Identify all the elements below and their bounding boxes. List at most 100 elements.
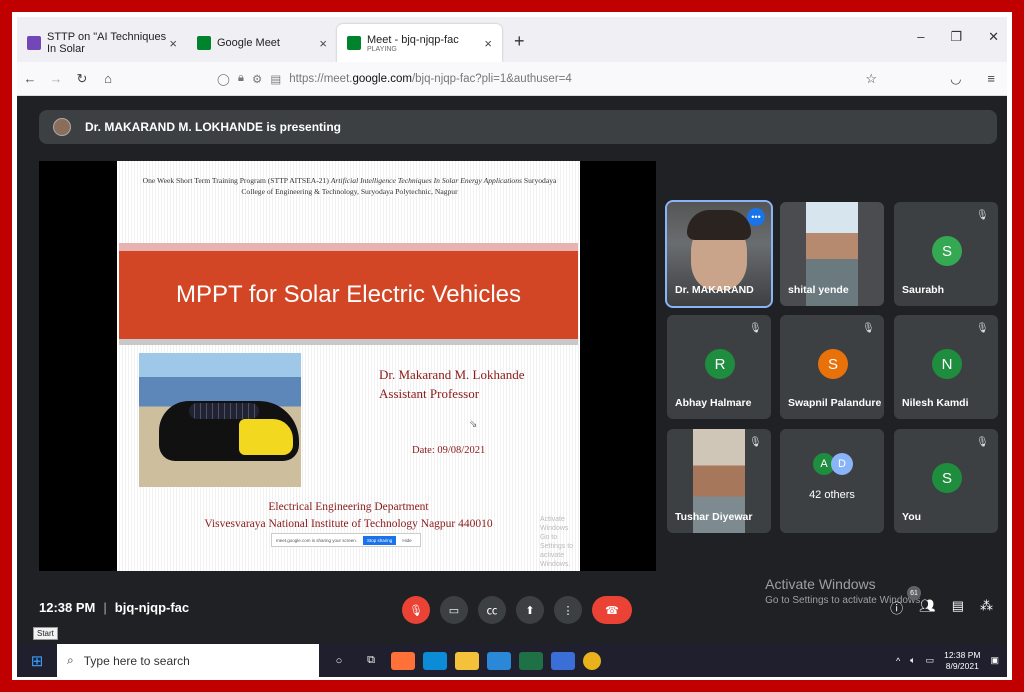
back-icon[interactable]: ← xyxy=(17,71,43,86)
others-tile[interactable]: A D 42 others xyxy=(780,429,884,533)
meet-window: Dr. MAKARAND M. LOKHANDE is presenting O… xyxy=(17,96,1007,644)
permissions-icon[interactable]: ⚙ xyxy=(252,72,262,86)
presenting-text: Dr. MAKARAND M. LOKHANDE is presenting xyxy=(85,120,342,134)
leave-call-button[interactable]: ☎ xyxy=(592,596,632,624)
url-text: https://meet.google.com/bjq-njqp-fac?pli… xyxy=(289,73,572,85)
search-placeholder: Type here to search xyxy=(83,653,190,668)
reader-icon[interactable]: ▤ xyxy=(270,72,281,86)
mic-off-icon: 🎙︎ xyxy=(862,323,875,334)
cortana-icon[interactable]: ○ xyxy=(327,652,351,670)
slide-date: Date: 09/08/2021 xyxy=(412,445,486,456)
activities-icon[interactable]: ⁂ xyxy=(980,598,993,617)
new-tab-button[interactable]: + xyxy=(514,31,525,52)
taskbar-clock[interactable]: 12:38 PM 8/9/2021 xyxy=(944,650,980,672)
close-window-icon[interactable]: ✕ xyxy=(988,29,999,45)
meet-icon xyxy=(347,36,361,50)
slide-title: MPPT for Solar Electric Vehicles xyxy=(175,281,521,308)
participant-tile[interactable]: 🎙︎ N Nilesh Kamdi xyxy=(894,315,998,419)
present-button[interactable]: ⬆ xyxy=(516,596,544,624)
excel-icon[interactable] xyxy=(519,651,543,670)
participant-name: Saurabh xyxy=(902,284,945,296)
restore-icon[interactable]: ❐ xyxy=(950,29,962,45)
self-tile[interactable]: 🎙︎ S You xyxy=(894,429,998,533)
participant-name: shital yende xyxy=(788,284,849,296)
windows-taskbar: ⊞ ⌕ Type here to search ○ ⧉ ^ 🔈︎ ▭ 12:38… xyxy=(17,644,1007,677)
firefox-icon[interactable] xyxy=(391,651,415,670)
department: Electrical Engineering Department xyxy=(268,501,429,513)
people-icon[interactable]: 👥︎ xyxy=(919,598,936,617)
more-options-icon[interactable]: ••• xyxy=(747,208,765,226)
tab-meet-active[interactable]: Meet - bjq-njqp-fac PLAYING × xyxy=(337,24,502,62)
chrome-icon[interactable] xyxy=(583,651,601,670)
tab-title: Meet - bjq-njqp-fac xyxy=(367,33,459,46)
meeting-code: bjq-njqp-fac xyxy=(114,600,190,615)
taskbar-search[interactable]: ⌕ Type here to search xyxy=(57,644,319,677)
mic-off-icon: 🎙︎ xyxy=(749,437,762,448)
menu-icon[interactable]: ≡ xyxy=(987,71,995,87)
mouse-cursor-icon: ⇘ xyxy=(469,419,478,430)
url-field[interactable]: ◯ 🔒︎ ⚙ ▤ https://meet.google.com/bjq-njq… xyxy=(217,72,572,86)
solar-car-image xyxy=(139,353,301,487)
network-icon[interactable]: ▭ xyxy=(926,655,935,666)
close-icon[interactable]: × xyxy=(319,36,327,51)
close-icon[interactable]: × xyxy=(169,36,177,51)
toolbar-right: ◡ ≡ xyxy=(950,71,995,87)
participant-name: Swapnil Palandure xyxy=(788,397,882,409)
clock-time: 12:38 PM xyxy=(944,649,981,660)
minimize-icon[interactable]: – xyxy=(917,29,924,45)
browser-tabstrip: STTP on "AI Techniques In Solar × Google… xyxy=(17,17,1007,62)
edge-icon[interactable] xyxy=(423,651,447,670)
participant-tile[interactable]: shital yende xyxy=(780,202,884,306)
lock-icon: 🔒︎ xyxy=(237,72,244,84)
windows-start-icon[interactable]: ⊞ xyxy=(17,652,57,670)
participant-tile[interactable]: 🎙︎ S Saurabh xyxy=(894,202,998,306)
participant-tile[interactable]: 🎙︎ Tushar Diyewar xyxy=(667,429,771,533)
presentation-slide: One Week Short Term Training Program (ST… xyxy=(117,161,580,571)
avatar: N xyxy=(932,349,962,379)
close-icon[interactable]: × xyxy=(484,36,492,51)
more-options-button[interactable]: ⋮ xyxy=(554,596,582,624)
task-view-icon[interactable]: ⧉ xyxy=(359,652,383,670)
shield-icon: ◯ xyxy=(217,73,230,86)
store-icon[interactable] xyxy=(551,651,575,670)
url-prefix: https://meet. xyxy=(289,72,353,85)
mail-icon[interactable] xyxy=(487,651,511,670)
camera-button[interactable]: ▭ xyxy=(440,596,468,624)
tab-google-meet[interactable]: Google Meet × xyxy=(187,24,337,62)
system-tray: ^ 🔈︎ ▭ 12:38 PM 8/9/2021 ▣ xyxy=(896,650,999,672)
tab-sttp[interactable]: STTP on "AI Techniques In Solar × xyxy=(17,24,187,62)
chat-icon[interactable]: ▤ xyxy=(952,598,964,617)
captions-button[interactable]: ㏄ xyxy=(478,596,506,624)
meeting-time: 12:38 PM xyxy=(39,600,96,615)
home-icon[interactable]: ⌂ xyxy=(95,71,121,86)
bookmark-star-icon[interactable]: ☆ xyxy=(865,71,877,87)
notifications-icon[interactable]: ▣ xyxy=(990,655,999,666)
mic-off-button[interactable]: 🎙︎ xyxy=(402,596,430,624)
avatar xyxy=(53,118,71,136)
reload-icon[interactable]: ↻ xyxy=(69,71,95,87)
forward-icon[interactable]: → xyxy=(43,71,69,86)
file-explorer-icon[interactable] xyxy=(455,651,479,670)
institute: Visvesvaraya National Institute of Techn… xyxy=(204,518,493,530)
participant-tile[interactable]: 🎙︎ R Abhay Halmare xyxy=(667,315,771,419)
pocket-icon[interactable]: ◡ xyxy=(950,71,961,87)
participant-tile[interactable]: ••• Dr. MAKARAND xyxy=(665,200,773,308)
tab-subtitle: PLAYING xyxy=(367,45,397,53)
stop-sharing-button[interactable]: Stop sharing xyxy=(363,535,397,545)
meet-icon xyxy=(197,36,211,50)
avatar: S xyxy=(932,463,962,493)
screen-share: One Week Short Term Training Program (ST… xyxy=(39,161,656,571)
watermark-line1: Activate Windows xyxy=(540,516,569,532)
sharing-text: meet.google.com is sharing your screen. xyxy=(276,537,358,543)
tray-overflow-icon[interactable]: ^ xyxy=(896,656,900,666)
slide-header: One Week Short Term Training Program (ST… xyxy=(137,175,562,197)
volume-icon[interactable]: 🔈︎ xyxy=(910,655,915,666)
hide-button[interactable]: Hide xyxy=(402,538,411,543)
url-path: /bjq-njqp-fac?pli=1&authuser=4 xyxy=(411,72,572,85)
slide-header-plain: One Week Short Term Training Program (ST… xyxy=(142,176,329,185)
tab-title-wrap: Meet - bjq-njqp-fac PLAYING xyxy=(367,34,459,53)
sharing-notice-bar: meet.google.com is sharing your screen. … xyxy=(271,533,421,547)
participant-tile[interactable]: 🎙︎ S Swapnil Palandure xyxy=(780,315,884,419)
info-icon[interactable]: ⓘ xyxy=(890,598,903,617)
separator: | xyxy=(103,600,107,615)
